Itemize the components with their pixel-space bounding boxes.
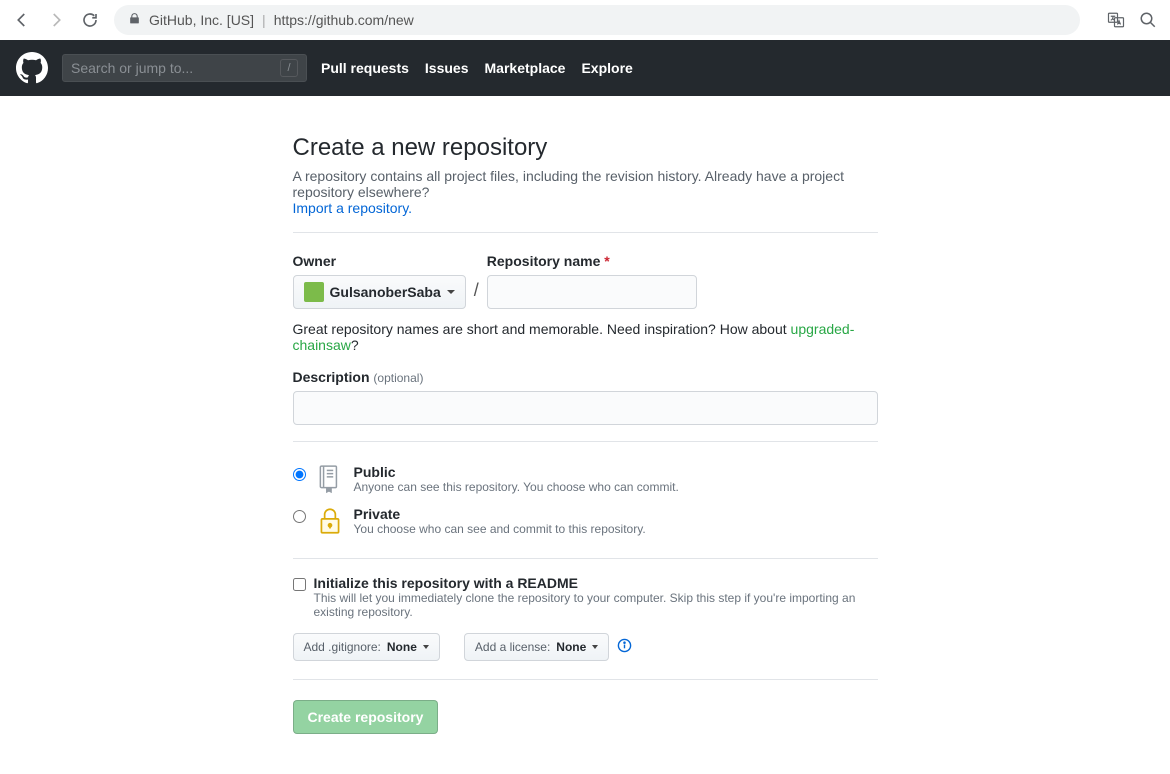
search-input[interactable] xyxy=(71,60,280,76)
name-helper: Great repository names are short and mem… xyxy=(293,321,878,353)
header-search[interactable]: / xyxy=(62,54,307,82)
divider xyxy=(293,679,878,680)
description-input[interactable] xyxy=(293,391,878,425)
forward-button[interactable] xyxy=(46,10,66,30)
github-logo-icon[interactable] xyxy=(16,52,48,84)
public-subtitle: Anyone can see this repository. You choo… xyxy=(354,480,679,494)
private-lock-icon xyxy=(316,506,344,536)
optional-tag: (optional) xyxy=(373,371,423,385)
initialize-readme-checkbox[interactable] xyxy=(293,578,306,591)
private-subtitle: You choose who can see and commit to thi… xyxy=(354,522,646,536)
nav-issues[interactable]: Issues xyxy=(425,60,469,76)
chevron-down-icon xyxy=(423,645,429,649)
reload-button[interactable] xyxy=(80,10,100,30)
divider xyxy=(293,232,878,233)
browser-toolbar: GitHub, Inc. [US] | https://github.com/n… xyxy=(0,0,1170,40)
address-bar[interactable]: GitHub, Inc. [US] | https://github.com/n… xyxy=(114,5,1080,35)
owner-select-button[interactable]: GulsanoberSaba xyxy=(293,275,466,309)
nav-marketplace[interactable]: Marketplace xyxy=(485,60,566,76)
address-separator: | xyxy=(262,12,266,28)
public-title: Public xyxy=(354,464,679,480)
back-button[interactable] xyxy=(12,10,32,30)
divider xyxy=(293,441,878,442)
nav-pull-requests[interactable]: Pull requests xyxy=(321,60,409,76)
chevron-down-icon xyxy=(592,645,598,649)
main-content: Create a new repository A repository con… xyxy=(293,96,878,774)
nav-explore[interactable]: Explore xyxy=(581,60,632,76)
translate-icon[interactable] xyxy=(1106,10,1126,30)
slash-key-icon: / xyxy=(280,59,298,77)
visibility-public-radio[interactable] xyxy=(293,468,306,481)
owner-repo-slash: / xyxy=(474,280,479,309)
repo-name-label: Repository name * xyxy=(487,253,697,269)
add-license-button[interactable]: Add a license: None xyxy=(464,633,609,661)
private-title: Private xyxy=(354,506,646,522)
page-lead: A repository contains all project files,… xyxy=(293,168,878,216)
owner-label: Owner xyxy=(293,253,466,269)
avatar xyxy=(304,282,324,302)
lead-text: A repository contains all project files,… xyxy=(293,168,844,200)
divider xyxy=(293,558,878,559)
create-repository-button[interactable]: Create repository xyxy=(293,700,439,734)
chevron-down-icon xyxy=(447,290,455,294)
repository-name-input[interactable] xyxy=(487,275,697,309)
add-gitignore-button[interactable]: Add .gitignore: None xyxy=(293,633,440,661)
zoom-icon[interactable] xyxy=(1138,10,1158,30)
visibility-private-radio[interactable] xyxy=(293,510,306,523)
license-info-icon[interactable] xyxy=(617,638,632,656)
url-text: https://github.com/new xyxy=(274,12,414,28)
public-repo-icon xyxy=(316,464,344,494)
readme-subtitle: This will let you immediately clone the … xyxy=(314,591,878,619)
owner-name: GulsanoberSaba xyxy=(330,284,441,300)
lock-icon xyxy=(128,12,141,28)
required-asterisk: * xyxy=(604,253,609,269)
header-nav: Pull requests Issues Marketplace Explore xyxy=(321,60,633,76)
description-label: Description (optional) xyxy=(293,369,424,385)
import-repository-link[interactable]: Import a repository. xyxy=(293,200,413,216)
page-title: Create a new repository xyxy=(293,134,878,162)
readme-title: Initialize this repository with a README xyxy=(314,575,878,591)
github-header: / Pull requests Issues Marketplace Explo… xyxy=(0,40,1170,96)
site-identity: GitHub, Inc. [US] xyxy=(149,12,254,28)
